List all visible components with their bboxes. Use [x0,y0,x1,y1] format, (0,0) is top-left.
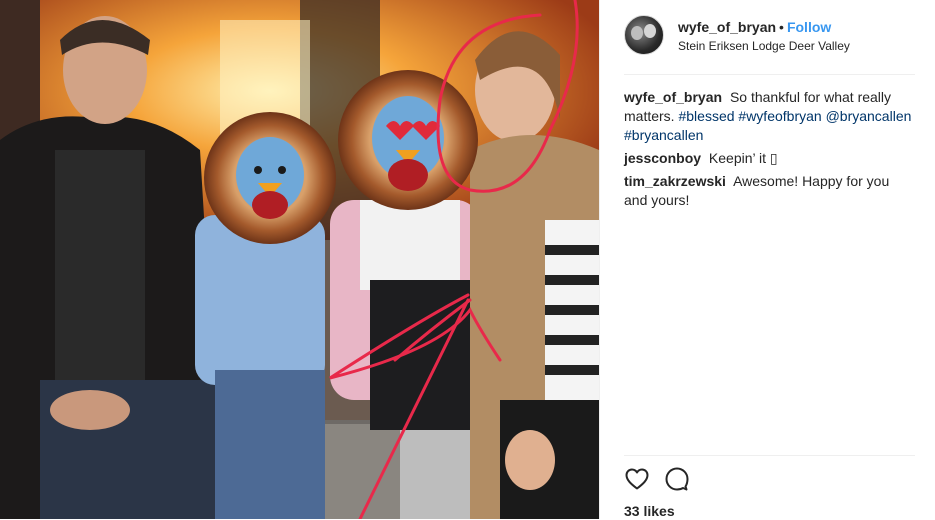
avatar[interactable] [624,15,664,55]
comment-username-link[interactable]: jessconboy [624,150,701,166]
comment-item: tim_zakrzewski Awesome! Happy for you an… [624,172,915,210]
header-user-line: wyfe_of_bryan • Follow [678,18,850,36]
comments-list: wyfe_of_bryan So thankful for what reall… [624,88,915,214]
post-side-panel: wyfe_of_bryan • Follow Stein Eriksen Lodge… [599,0,935,519]
post-photo[interactable] [0,0,599,519]
follow-button[interactable]: Follow [787,19,831,35]
mention-link[interactable]: @bryancallen [826,108,912,124]
hashtag-link[interactable]: #blessed [678,108,734,124]
instagram-post: wyfe_of_bryan • Follow Stein Eriksen Lodge… [0,0,935,519]
author-username-link[interactable]: wyfe_of_bryan [678,19,776,35]
action-icons [624,464,915,494]
turkey-heart-eyes-emoji-icon [338,70,478,210]
comment-item: jessconboy Keepin’ it ▯ [624,149,915,168]
comment-bubble-icon[interactable] [664,466,690,492]
post-actions: 33 likes [624,455,915,520]
caption-username-link[interactable]: wyfe_of_bryan [624,89,722,105]
header-text: wyfe_of_bryan • Follow Stein Eriksen Lodge… [678,18,850,54]
separator-dot: • [779,19,784,35]
likes-count[interactable]: 33 likes [624,502,915,520]
comment-text: Keepin’ it ▯ [708,150,778,166]
caption: wyfe_of_bryan So thankful for what reall… [624,88,915,145]
family-photo-illustration [0,0,599,519]
comment-username-link[interactable]: tim_zakrzewski [624,173,726,189]
location-link[interactable]: Stein Eriksen Lodge Deer Valley [678,38,850,54]
hashtag-link[interactable]: #wyfeofbryan [738,108,821,124]
hashtag-link[interactable]: #bryancallen [624,127,703,143]
post-header: wyfe_of_bryan • Follow Stein Eriksen Lodge… [624,14,915,75]
heart-icon[interactable] [624,466,650,492]
turkey-emoji-face-icon [204,112,336,244]
